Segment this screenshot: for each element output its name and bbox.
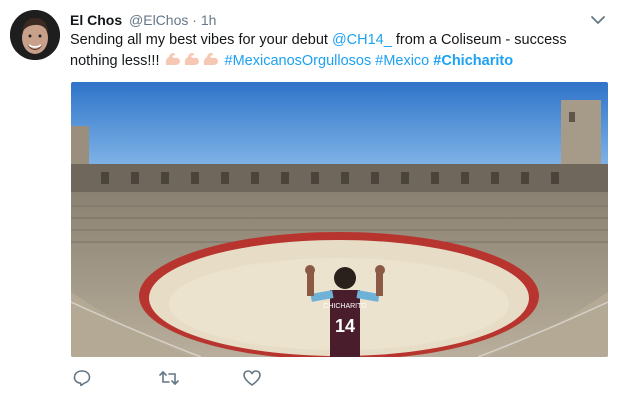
mention-link[interactable]: @CH14_ xyxy=(332,32,392,48)
hashtag-link[interactable]: #Chicharito xyxy=(433,53,513,69)
tweet-header: El Chos @ElChos · 1h xyxy=(70,10,580,30)
avatar[interactable] xyxy=(10,10,60,60)
flexed-biceps-icon xyxy=(183,51,201,67)
reply-icon[interactable] xyxy=(72,368,96,392)
chevron-down-icon[interactable] xyxy=(588,10,608,30)
author-name[interactable]: El Chos xyxy=(70,12,122,28)
retweet-icon[interactable] xyxy=(158,368,182,392)
hashtag-link[interactable]: #MexicanosOrgullosos xyxy=(225,53,372,69)
header-separator: · xyxy=(192,12,197,28)
tweet-actions xyxy=(70,368,370,392)
tweet-card[interactable]: El Chos @ElChos · 1h Sending all my best… xyxy=(0,0,620,400)
shirt-number: 14 xyxy=(335,316,355,336)
tweet-timestamp[interactable]: 1h xyxy=(201,12,217,28)
tweet-text: Sending all my best vibes for your debut… xyxy=(70,30,600,72)
shirt-name: CHICHARITO xyxy=(323,303,367,310)
flexed-biceps-icon xyxy=(202,51,220,67)
tweet-text-part1: Sending all my best vibes for your debut xyxy=(70,32,332,48)
heart-icon[interactable] xyxy=(242,368,266,392)
author-handle[interactable]: @ElChos xyxy=(129,12,188,28)
flexed-biceps-icon xyxy=(164,51,182,67)
hashtag-link[interactable]: #Mexico xyxy=(375,53,429,69)
tweet-photo[interactable]: CHICHARITO 14 xyxy=(71,82,608,357)
